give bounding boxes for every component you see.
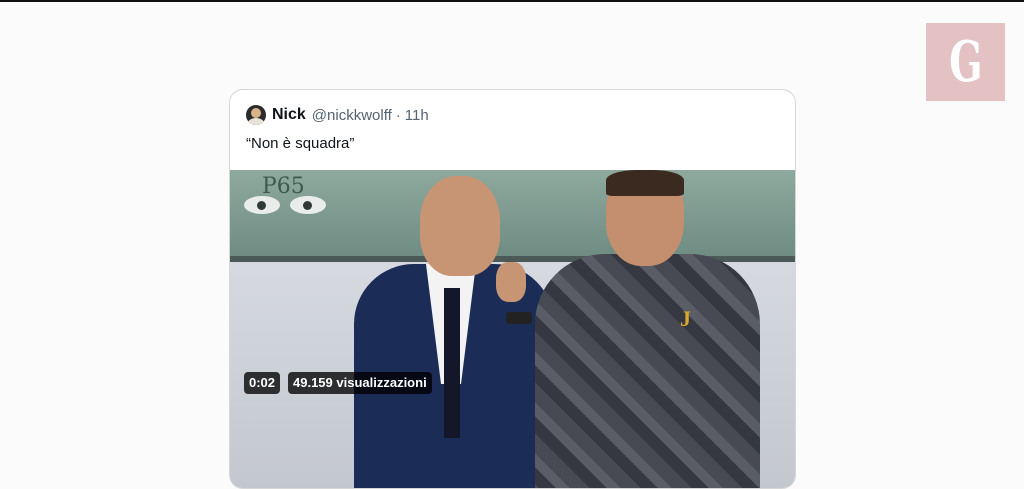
- site-logo[interactable]: G: [926, 23, 1005, 101]
- club-crest-icon: J: [680, 306, 691, 331]
- top-border: [0, 0, 1024, 2]
- man-in-suit-head: [420, 176, 500, 276]
- view-count-badge: 49.159 visualizzazioni: [288, 372, 432, 394]
- tweet-time[interactable]: 11h: [405, 107, 429, 124]
- eyes-graphic: [244, 196, 328, 216]
- man-in-camo-jersey: [535, 254, 760, 488]
- tie: [444, 288, 460, 438]
- tweet-header: Nick @nickkwolff · 11h: [246, 104, 429, 126]
- separator-dot: ·: [395, 106, 401, 124]
- video-duration-badge: 0:02: [244, 372, 281, 394]
- avatar[interactable]: [246, 105, 266, 125]
- man-in-camo-hair: [606, 170, 684, 196]
- wristwatch: [506, 312, 532, 324]
- hand-on-chin: [496, 262, 526, 302]
- logo-letter: G: [948, 29, 983, 95]
- author-name[interactable]: Nick: [272, 106, 306, 124]
- tweet-text: “Non è squadra”: [246, 135, 355, 152]
- author-handle[interactable]: @nickkwolff: [312, 107, 392, 124]
- embedded-tweet[interactable]: Nick @nickkwolff · 11h “Non è squadra” P…: [229, 89, 796, 489]
- video-player[interactable]: P65 J: [230, 170, 795, 488]
- stadium-screen: P65: [230, 170, 795, 258]
